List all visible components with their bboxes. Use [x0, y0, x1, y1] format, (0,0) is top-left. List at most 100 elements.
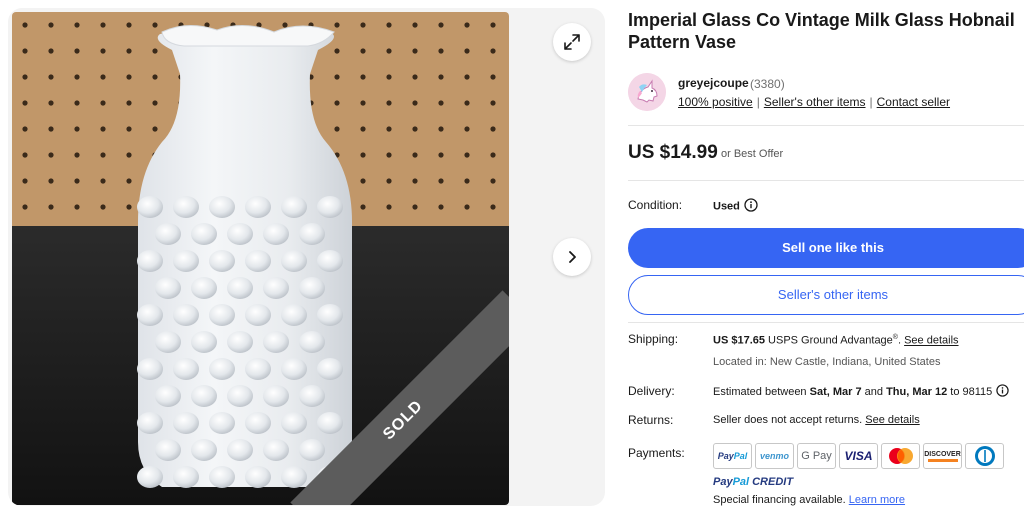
hobnail-bump — [245, 304, 271, 326]
divider — [628, 180, 1024, 181]
hobnail-bump — [227, 277, 253, 299]
contact-seller-link[interactable]: Contact seller — [877, 95, 950, 109]
hobnail-bump — [281, 304, 307, 326]
hobnail-bump — [173, 358, 199, 380]
condition-label: Condition: — [628, 198, 683, 212]
shipping-label: Shipping: — [628, 332, 679, 346]
seller-name[interactable]: greyejcoupe — [678, 76, 749, 90]
hobnail-bump — [137, 304, 163, 326]
venmo-icon: venmo — [755, 443, 794, 469]
hobnail-bump — [209, 304, 235, 326]
hobnail-bump — [245, 412, 271, 434]
hobnail-bump — [209, 250, 235, 272]
hobnail-bump — [263, 331, 289, 353]
returns-see-details-link[interactable]: See details — [865, 414, 919, 426]
item-location: Located in: New Castle, Indiana, United … — [713, 356, 941, 368]
divider — [628, 125, 1024, 126]
hobnail-bump — [299, 277, 325, 299]
seller-links: 100% positive | Seller's other items | Conta… — [678, 95, 950, 109]
hobnail-bump — [191, 385, 217, 407]
hobnail-bump — [191, 331, 217, 353]
hobnail-bump — [209, 466, 235, 488]
hobnail-bump — [137, 358, 163, 380]
hobnail-bump — [299, 439, 325, 461]
hobnail-bump — [137, 250, 163, 272]
hobnail-bump — [263, 439, 289, 461]
hobnail-bump — [299, 385, 325, 407]
shipping-value: US $17.65 USPS Ground Advantage®. See de… — [713, 334, 959, 347]
hobnail-bump — [263, 385, 289, 407]
delivery-zip: to 98115 — [950, 385, 993, 398]
hobnail-bump — [155, 331, 181, 353]
visa-icon: VISA — [839, 443, 878, 469]
hobnail-bump — [281, 250, 307, 272]
hobnail-bump — [317, 412, 343, 434]
hobnail-bump — [317, 304, 343, 326]
product-photo[interactable]: SOLD — [12, 12, 509, 505]
hobnail-bump — [227, 331, 253, 353]
seller-avatar[interactable] — [628, 73, 666, 111]
seller-other-items-link[interactable]: Seller's other items — [764, 95, 866, 109]
hobnail-bump — [227, 385, 253, 407]
divider — [628, 322, 1024, 323]
info-icon[interactable] — [996, 384, 1009, 400]
expand-button[interactable] — [553, 23, 591, 61]
hobnail-bump — [227, 223, 253, 245]
hobnail-bump — [245, 358, 271, 380]
shipping-service: USPS Ground Advantage — [768, 334, 893, 347]
hobnail-bump — [227, 439, 253, 461]
hobnail-bump — [209, 412, 235, 434]
hobnail-bump — [245, 196, 271, 218]
hobnail-bump — [209, 196, 235, 218]
returns-label: Returns: — [628, 413, 674, 427]
learn-more-link[interactable]: Learn more — [849, 494, 905, 506]
vase-photo-illustration — [12, 12, 509, 505]
financing-text: Special financing available. Learn more — [713, 494, 905, 506]
best-offer-label: or Best Offer — [721, 148, 784, 160]
financing-label: Special financing available. — [713, 494, 846, 506]
seller-feedback-count: (3380) — [750, 77, 785, 91]
payments-label: Payments: — [628, 446, 685, 460]
listing-title: Imperial Glass Co Vintage Milk Glass Hob… — [628, 10, 1015, 52]
delivery-value: Estimated between Sat, Mar 7 and Thu, Ma… — [713, 384, 1009, 400]
hobnail-bump — [281, 466, 307, 488]
hobnail-bump — [191, 277, 217, 299]
mastercard-icon — [881, 443, 920, 469]
diners-club-icon — [965, 443, 1004, 469]
returns-value: Seller does not accept returns. See deta… — [713, 414, 920, 426]
sell-one-like-this-button[interactable]: Sell one like this — [628, 228, 1024, 268]
hobnail-bump — [155, 439, 181, 461]
discover-icon: DISCOVER — [923, 443, 962, 469]
hobnail-bump — [281, 358, 307, 380]
google-pay-icon: G Pay — [797, 443, 836, 469]
hobnail-bump — [173, 250, 199, 272]
hobnail-bump — [209, 358, 235, 380]
hobnail-bump — [245, 250, 271, 272]
chevron-right-icon — [565, 250, 579, 264]
hobnail-bump — [137, 412, 163, 434]
positive-feedback-link[interactable]: 100% positive — [678, 95, 753, 109]
delivery-prefix: Estimated between — [713, 385, 807, 398]
shipping-cost: US $17.65 — [713, 334, 765, 347]
hobnail-bump — [173, 304, 199, 326]
condition-value: Used — [713, 200, 740, 213]
delivery-and: and — [864, 385, 884, 398]
paypal-icon: Pay Pal — [713, 443, 752, 469]
paypal-credit-logo: PayPal CREDIT — [713, 476, 794, 488]
hobnail-bump — [155, 223, 181, 245]
item-price: US $14.99 — [628, 142, 718, 163]
hobnail-bump — [173, 196, 199, 218]
next-image-button[interactable] — [553, 238, 591, 276]
shipping-see-details-link[interactable]: See details — [904, 335, 958, 347]
hobnail-bump — [191, 223, 217, 245]
hobnail-bump — [137, 196, 163, 218]
sellers-other-items-button[interactable]: Seller's other items — [628, 275, 1024, 315]
delivery-start-date: Sat, Mar 7 — [809, 385, 862, 398]
hobnail-bump — [263, 223, 289, 245]
info-icon[interactable] — [744, 198, 758, 215]
hobnail-bump — [263, 277, 289, 299]
hobnail-bump — [155, 277, 181, 299]
hobnail-bump — [281, 196, 307, 218]
separator: | — [869, 95, 873, 109]
delivery-end-date: Thu, Mar 12 — [886, 385, 948, 398]
